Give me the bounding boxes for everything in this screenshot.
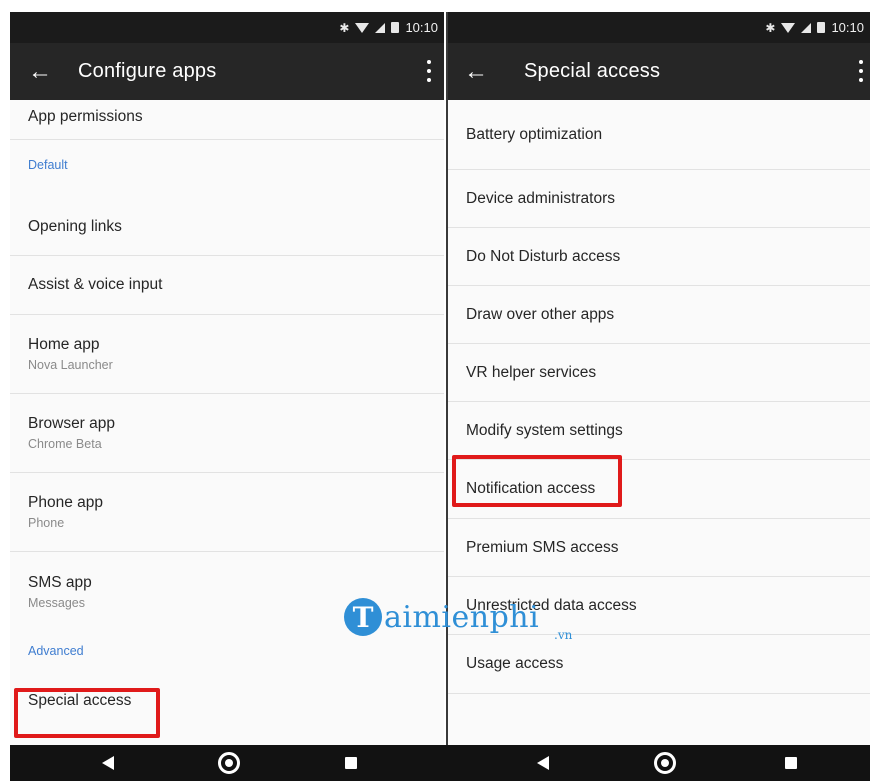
status-time: 10:10	[405, 20, 438, 35]
list-item-premium-sms-access[interactable]: Premium SMS access	[448, 519, 870, 577]
list-item-home-app[interactable]: Home app Nova Launcher	[10, 315, 444, 394]
list-item-draw-over-other-apps[interactable]: Draw over other apps	[448, 286, 870, 344]
item-label: Premium SMS access	[466, 538, 619, 556]
list-item-vr-helper-services[interactable]: VR helper services	[448, 344, 870, 402]
item-subtitle: Phone	[28, 516, 65, 530]
section-header-advanced: Advanced	[28, 644, 84, 658]
list-item-device-administrators[interactable]: Device administrators	[448, 170, 870, 228]
item-label: Home app	[28, 336, 100, 353]
app-bar: ← Configure apps	[10, 43, 444, 100]
item-subtitle: Nova Launcher	[28, 358, 113, 372]
item-label: Do Not Disturb access	[466, 247, 621, 265]
bluetooth-icon: ✱	[765, 20, 776, 35]
triangle-back-icon[interactable]	[537, 756, 549, 770]
app-bar: ← Special access	[448, 43, 870, 100]
screenshot-frame: ✱ 10:10 ← Configure apps App permissions…	[0, 0, 870, 781]
wifi-icon	[781, 22, 796, 33]
signal-icon	[801, 22, 812, 33]
status-time: 10:10	[831, 20, 864, 35]
settings-list: App permissions Default Opening links As…	[10, 100, 444, 731]
list-item-usage-access[interactable]: Usage access	[448, 635, 870, 694]
list-item-do-not-disturb-access[interactable]: Do Not Disturb access	[448, 228, 870, 286]
item-subtitle: Chrome Beta	[28, 437, 102, 451]
signal-icon	[375, 22, 386, 33]
watermark-logo: T aimienphi .vn	[344, 598, 572, 642]
bluetooth-icon: ✱	[339, 20, 350, 35]
arrow-back-icon[interactable]: ←	[10, 58, 70, 86]
watermark-suffix: .vn	[554, 628, 573, 642]
highlight-box-special-access	[14, 688, 160, 738]
page-title: Special access	[524, 60, 661, 82]
square-recents-icon[interactable]	[785, 757, 797, 769]
item-label: Opening links	[28, 217, 122, 235]
list-item-app-permissions[interactable]: App permissions	[10, 100, 444, 140]
page-title: Configure apps	[78, 60, 217, 82]
item-label: VR helper services	[466, 363, 597, 381]
status-bar: ✱ 10:10	[448, 12, 870, 43]
list-item-battery-optimization[interactable]: Battery optimization	[448, 100, 870, 170]
item-label: Usage access	[466, 655, 564, 672]
item-label: Browser app	[28, 415, 116, 432]
list-item-assist-voice-input[interactable]: Assist & voice input	[10, 256, 444, 315]
item-label: Device administrators	[466, 189, 616, 207]
status-bar: ✱ 10:10	[10, 12, 444, 43]
battery-icon	[817, 22, 826, 33]
list-item-phone-app[interactable]: Phone app Phone	[10, 473, 444, 552]
item-label: Draw over other apps	[466, 305, 615, 323]
item-label: Battery optimization	[466, 125, 603, 143]
triangle-back-icon[interactable]	[102, 756, 114, 770]
square-recents-icon[interactable]	[345, 757, 357, 769]
highlight-box-notification-access	[452, 455, 622, 507]
battery-icon	[391, 22, 400, 33]
circle-home-icon[interactable]	[654, 752, 676, 774]
arrow-back-icon[interactable]: ←	[448, 58, 504, 86]
item-label: Phone app	[28, 494, 103, 511]
item-label: App permissions	[28, 108, 143, 125]
watermark-badge: T	[344, 598, 382, 636]
list-item-opening-links[interactable]: Opening links	[10, 198, 444, 256]
list-item-modify-system-settings[interactable]: Modify system settings	[448, 402, 870, 460]
more-vert-icon[interactable]	[856, 57, 866, 85]
section-header-default: Default	[28, 158, 68, 172]
item-label: Assist & voice input	[28, 276, 163, 293]
more-vert-icon[interactable]	[424, 57, 434, 85]
watermark-text: aimienphi	[384, 599, 540, 635]
wifi-icon	[355, 22, 370, 33]
navigation-bar	[10, 745, 870, 781]
list-item-browser-app[interactable]: Browser app Chrome Beta	[10, 394, 444, 473]
item-label: Modify system settings	[466, 421, 623, 439]
circle-home-icon[interactable]	[218, 752, 240, 774]
item-label: SMS app	[28, 573, 92, 591]
